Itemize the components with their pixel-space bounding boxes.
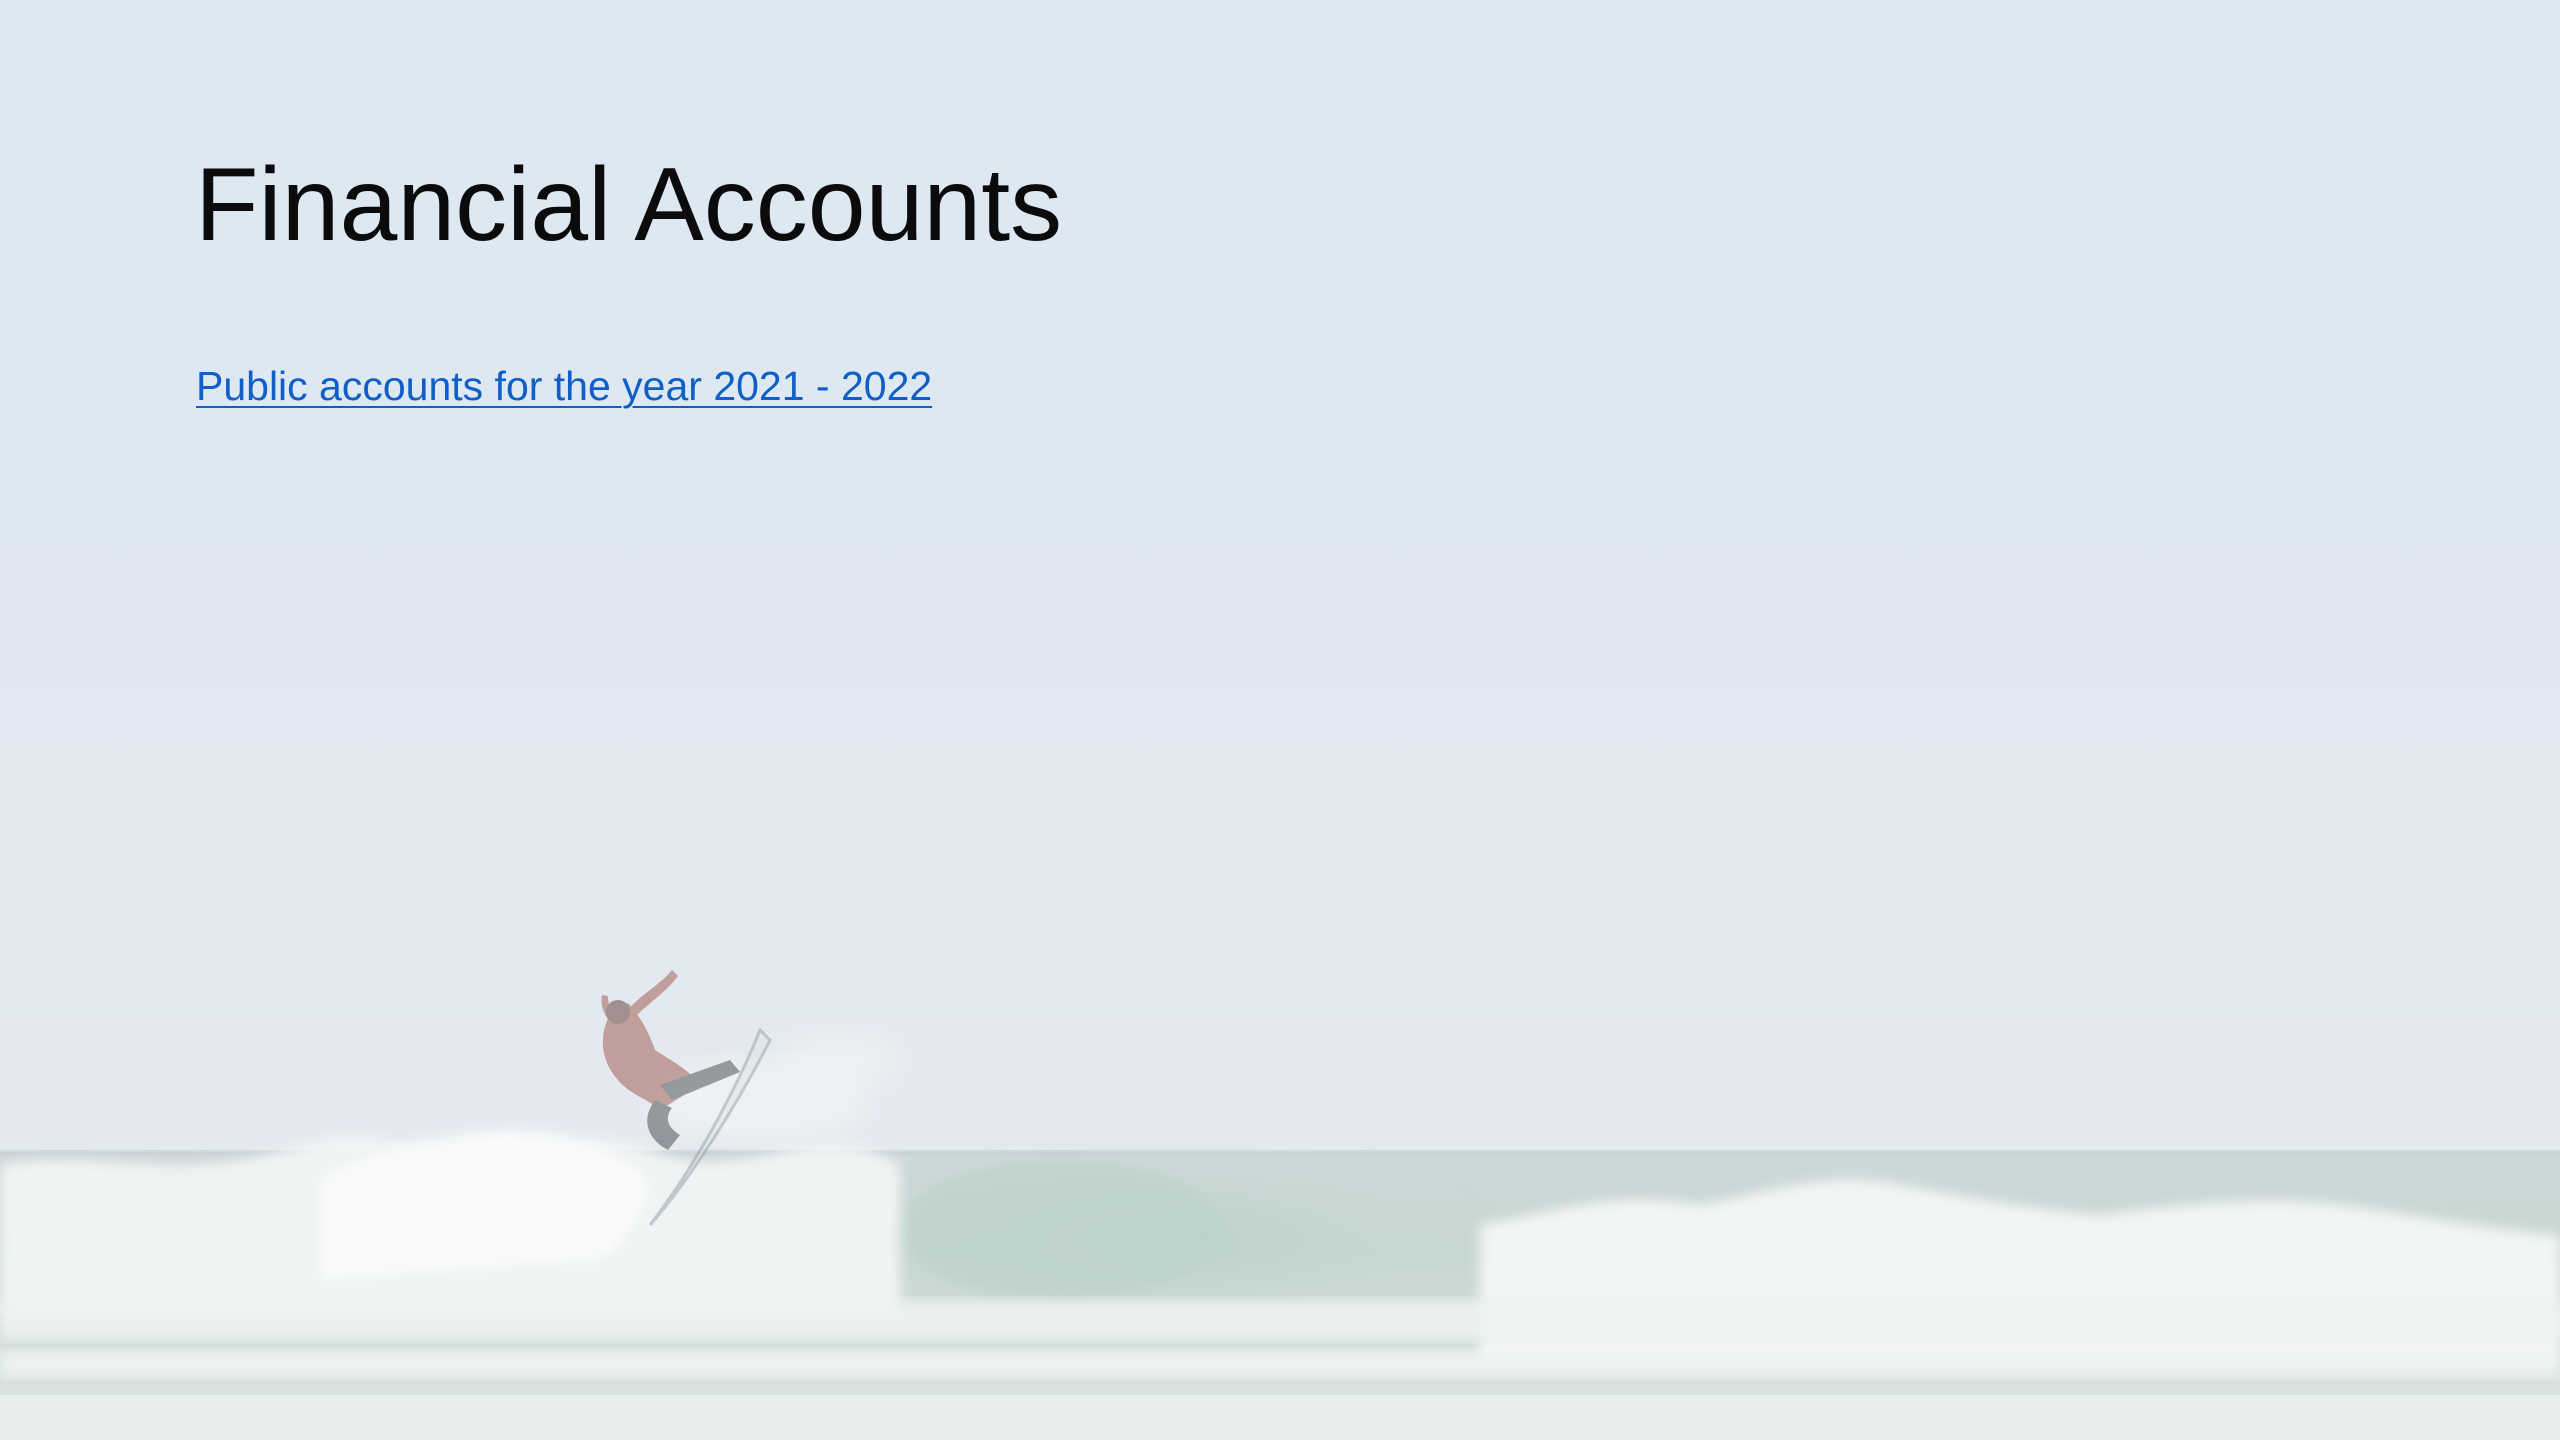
public-accounts-link[interactable]: Public accounts for the year 2021 - 2022: [196, 362, 932, 411]
page-title: Financial Accounts: [195, 147, 1063, 263]
slide: Financial Accounts Public accounts for t…: [0, 0, 2560, 1440]
